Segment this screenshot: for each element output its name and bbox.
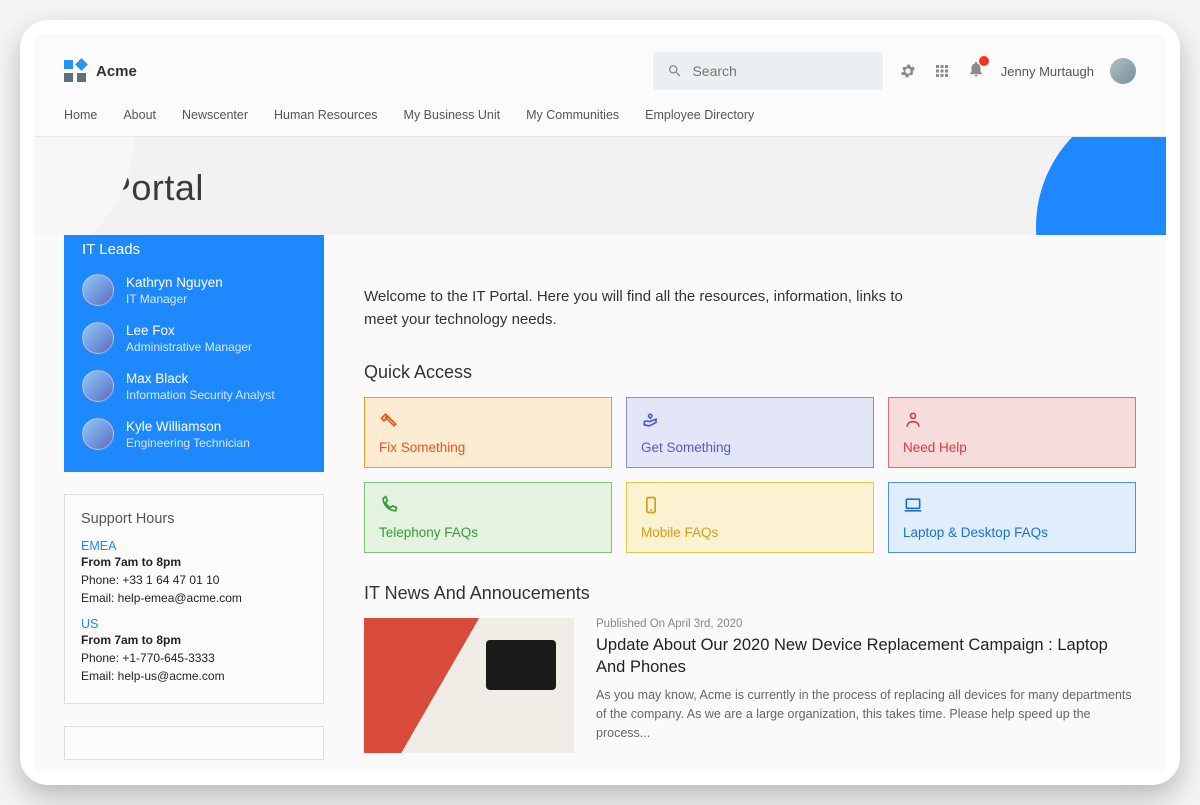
phone-icon xyxy=(379,495,399,515)
lead-role: Information Security Analyst xyxy=(126,388,275,402)
logo-icon xyxy=(64,60,86,82)
support-hours-card: Support Hours EMEA From 7am to 8pm Phone… xyxy=(64,494,324,704)
qa-label: Laptop & Desktop FAQs xyxy=(903,525,1121,540)
qa-label: Get Something xyxy=(641,440,859,455)
decorative-arc-left xyxy=(34,137,134,235)
qa-label: Mobile FAQs xyxy=(641,525,859,540)
lead-item[interactable]: Max Black Information Security Analyst xyxy=(82,370,306,402)
brand-name: Acme xyxy=(96,63,137,80)
notifications-button[interactable] xyxy=(967,60,985,83)
qa-get-something[interactable]: Get Something xyxy=(626,397,874,468)
search-icon xyxy=(667,62,683,80)
lead-name: Lee Fox xyxy=(126,323,252,338)
it-leads-card: IT Leads Kathryn Nguyen IT Manager Lee F… xyxy=(64,223,324,472)
lead-item[interactable]: Kathryn Nguyen IT Manager xyxy=(82,274,306,306)
sidebar: IT Leads Kathryn Nguyen IT Manager Lee F… xyxy=(64,223,324,760)
page-title: IT Portal xyxy=(64,167,1136,209)
user-name[interactable]: Jenny Murtaugh xyxy=(1001,64,1094,79)
news-excerpt: As you may know, Acme is currently in th… xyxy=(596,686,1136,742)
avatar xyxy=(82,370,114,402)
avatar[interactable] xyxy=(1110,58,1136,84)
nav-newscenter[interactable]: Newscenter xyxy=(182,108,248,122)
qa-label: Fix Something xyxy=(379,440,597,455)
sidebar-card-placeholder xyxy=(64,726,324,760)
avatar xyxy=(82,274,114,306)
header-top: Acme Jenny Murtaugh xyxy=(64,52,1136,90)
lead-name: Kyle Williamson xyxy=(126,419,250,434)
qa-laptop-desktop-faqs[interactable]: Laptop & Desktop FAQs xyxy=(888,482,1136,553)
emea-phone: Phone: +33 1 64 47 01 10 xyxy=(81,571,307,589)
qa-telephony-faqs[interactable]: Telephony FAQs xyxy=(364,482,612,553)
decorative-arc-right xyxy=(1036,137,1166,235)
qa-fix-something[interactable]: Fix Something xyxy=(364,397,612,468)
news-heading: IT News And Annoucements xyxy=(364,583,1136,604)
emea-hours: From 7am to 8pm xyxy=(81,553,307,571)
us-phone: Phone: +1-770-645-3333 xyxy=(81,649,307,667)
notification-dot xyxy=(979,56,989,66)
hammer-icon xyxy=(379,410,399,430)
lead-item[interactable]: Lee Fox Administrative Manager xyxy=(82,322,306,354)
brand[interactable]: Acme xyxy=(64,60,137,82)
header-right: Jenny Murtaugh xyxy=(653,52,1136,90)
emea-email: Email: help-emea@acme.com xyxy=(81,589,307,607)
quick-access-grid: Fix Something Get Something Need Help Te… xyxy=(364,397,1136,553)
news-meta: Published On April 3rd, 2020 xyxy=(596,618,1136,630)
avatar xyxy=(82,322,114,354)
news-image xyxy=(364,618,574,753)
nav-home[interactable]: Home xyxy=(64,108,97,122)
content: IT Leads Kathryn Nguyen IT Manager Lee F… xyxy=(34,235,1166,771)
laptop-icon xyxy=(903,495,923,515)
nav-about[interactable]: About xyxy=(123,108,156,122)
us-hours: From 7am to 8pm xyxy=(81,631,307,649)
lead-name: Kathryn Nguyen xyxy=(126,275,223,290)
person-icon xyxy=(903,410,923,430)
region-us-label: US xyxy=(81,617,307,631)
screen: Acme Jenny Murtaugh xyxy=(34,34,1166,771)
search-box[interactable] xyxy=(653,52,883,90)
qa-need-help[interactable]: Need Help xyxy=(888,397,1136,468)
apps-icon[interactable] xyxy=(933,62,951,80)
main: Welcome to the IT Portal. Here you will … xyxy=(364,235,1136,760)
nav-communities[interactable]: My Communities xyxy=(526,108,619,122)
it-leads-heading: IT Leads xyxy=(82,241,306,258)
lead-role: Engineering Technician xyxy=(126,436,250,450)
mobile-icon xyxy=(641,495,661,515)
nav-directory[interactable]: Employee Directory xyxy=(645,108,754,122)
lead-role: IT Manager xyxy=(126,292,223,306)
qa-label: Need Help xyxy=(903,440,1121,455)
page-title-strip: IT Portal xyxy=(34,137,1166,235)
news-title: Update About Our 2020 New Device Replace… xyxy=(596,634,1136,679)
quick-access-heading: Quick Access xyxy=(364,362,1136,383)
nav-hr[interactable]: Human Resources xyxy=(274,108,378,122)
lead-item[interactable]: Kyle Williamson Engineering Technician xyxy=(82,418,306,450)
primary-nav: Home About Newscenter Human Resources My… xyxy=(64,90,1136,136)
device-frame: Acme Jenny Murtaugh xyxy=(20,20,1180,785)
news-item[interactable]: Published On April 3rd, 2020 Update Abou… xyxy=(364,618,1136,753)
support-heading: Support Hours xyxy=(81,511,307,527)
hand-heart-icon xyxy=(641,410,661,430)
news-body: Published On April 3rd, 2020 Update Abou… xyxy=(596,618,1136,753)
nav-business-unit[interactable]: My Business Unit xyxy=(404,108,501,122)
qa-mobile-faqs[interactable]: Mobile FAQs xyxy=(626,482,874,553)
welcome-text: Welcome to the IT Portal. Here you will … xyxy=(364,285,924,332)
qa-label: Telephony FAQs xyxy=(379,525,597,540)
header: Acme Jenny Murtaugh xyxy=(34,34,1166,137)
search-input[interactable] xyxy=(692,63,868,79)
avatar xyxy=(82,418,114,450)
us-email: Email: help-us@acme.com xyxy=(81,667,307,685)
gear-icon[interactable] xyxy=(899,62,917,80)
region-emea-label: EMEA xyxy=(81,539,307,553)
lead-role: Administrative Manager xyxy=(126,340,252,354)
lead-name: Max Black xyxy=(126,371,275,386)
